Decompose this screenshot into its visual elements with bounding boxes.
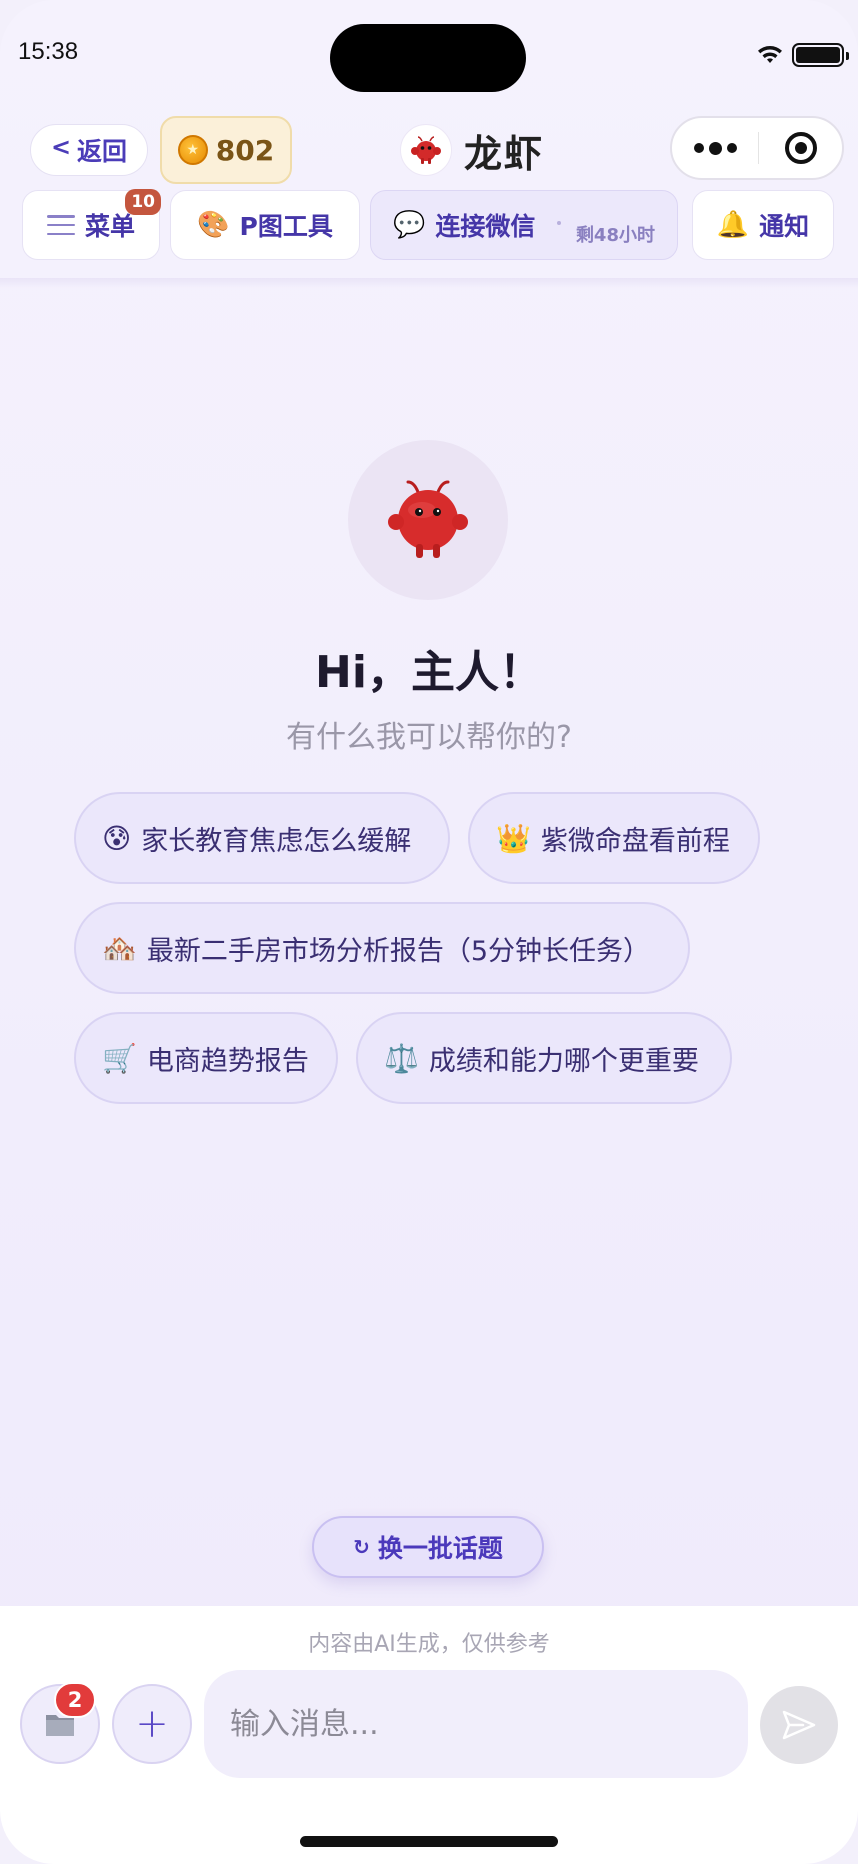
wechat-remaining-time: 剩48小时: [575, 225, 655, 246]
bell-icon: 🔔: [716, 210, 750, 240]
files-badge: 2: [54, 1682, 96, 1718]
more-dots-icon[interactable]: [672, 141, 758, 155]
suggestion-chip[interactable]: 🛒 电商趋势报告: [74, 1012, 338, 1104]
speech-bubble-icon: 💬: [393, 210, 426, 240]
connect-wechat-button[interactable]: 💬 连接微信 剩48小时: [370, 190, 678, 260]
close-target-button[interactable]: [759, 132, 842, 164]
lobster-avatar: [400, 124, 452, 176]
nav-bar: < 返回 ★ 802 龙虾: [0, 116, 858, 186]
coin-icon: ★: [177, 135, 208, 165]
greeting-title: Hi，主人！: [315, 647, 543, 698]
refresh-topics-button[interactable]: ↻ 换一批话题: [312, 1516, 544, 1578]
suggestion-text: 紫微命盘看前程: [540, 825, 730, 857]
lobster-icon: [411, 136, 441, 164]
photo-tool-label: P图工具: [239, 212, 333, 241]
header-divider: [0, 278, 858, 288]
message-input[interactable]: [230, 1706, 748, 1742]
notification-label: 通知: [759, 212, 810, 241]
hamburger-icon: [46, 215, 75, 235]
page-title: 龙虾: [464, 131, 545, 176]
separator-dot: [557, 221, 561, 225]
target-icon: [784, 132, 817, 164]
status-bar: 15:38: [0, 0, 858, 100]
greeting-subtitle: 有什么我可以帮你的?: [286, 720, 572, 755]
houses-icon: 🏘️: [102, 931, 137, 965]
back-button[interactable]: < 返回: [30, 124, 148, 176]
shopping-cart-icon: 🛒: [102, 1041, 137, 1075]
page-title-group: 龙虾: [400, 120, 544, 180]
coin-balance[interactable]: ★ 802: [160, 116, 292, 184]
miniprogram-capsule: [670, 116, 844, 180]
dynamic-island: [330, 24, 526, 92]
refresh-icon: ↻: [353, 1535, 370, 1559]
message-input-container[interactable]: [204, 1670, 748, 1778]
suggestion-chip[interactable]: 🏘️ 最新二手房市场分析报告（5分钟长任务）: [74, 902, 690, 994]
add-button[interactable]: +: [112, 1684, 192, 1764]
connect-wechat-label: 连接微信: [435, 212, 536, 241]
assistant-avatar: [348, 440, 508, 600]
plus-icon: +: [135, 1701, 169, 1747]
send-icon: [782, 1710, 816, 1740]
status-icons: [756, 42, 849, 68]
phone-screen: 15:38 < 返回 ★ 802 龙虾 菜单 10 🎨 P图工具 💬 连接微信 …: [0, 0, 858, 1864]
suggestion-text: 家长教育焦虑怎么缓解: [141, 825, 412, 857]
suggestion-chip[interactable]: 👑 紫微命盘看前程: [468, 792, 760, 884]
home-indicator: [300, 1836, 558, 1847]
suggestion-chip[interactable]: 😰 家长教育焦虑怎么缓解: [74, 792, 450, 884]
wifi-icon: [758, 46, 782, 63]
menu-badge: 10: [125, 189, 161, 215]
send-button[interactable]: [760, 1686, 838, 1764]
photo-tool-button[interactable]: 🎨 P图工具: [170, 190, 360, 260]
suggestion-text: 成绩和能力哪个更重要: [428, 1045, 699, 1077]
back-label: 返回: [77, 137, 128, 166]
coin-count: 802: [215, 133, 275, 167]
balance-scale-icon: ⚖️: [384, 1041, 419, 1075]
lobster-mascot-icon: [388, 480, 468, 558]
refresh-label: 换一批话题: [377, 1534, 503, 1563]
suggestion-text: 电商趋势报告: [146, 1045, 309, 1077]
suggestion-text: 最新二手房市场分析报告（5分钟长任务）: [146, 935, 651, 967]
ai-disclaimer: 内容由AI生成，仅供参考: [308, 1632, 550, 1657]
notification-button[interactable]: 🔔 通知: [692, 190, 834, 260]
status-time: 15:38: [18, 38, 79, 65]
files-button[interactable]: 2: [20, 1682, 100, 1764]
battery-icon: [792, 43, 849, 67]
toolbar: 菜单 10 🎨 P图工具 💬 连接微信 剩48小时 🔔 通知: [0, 189, 858, 262]
crown-icon: 👑: [496, 821, 531, 855]
palette-icon: 🎨: [197, 210, 230, 240]
suggestion-chip[interactable]: ⚖️ 成绩和能力哪个更重要: [356, 1012, 732, 1104]
menu-button[interactable]: 菜单 10: [22, 189, 161, 260]
chevron-left-icon: <: [50, 133, 72, 161]
anxious-face-icon: 😰: [102, 821, 132, 855]
